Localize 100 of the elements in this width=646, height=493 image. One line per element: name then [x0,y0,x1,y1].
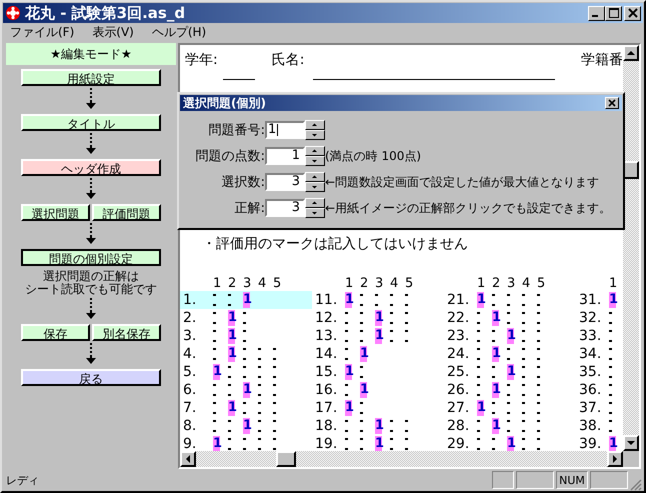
bubble-mark[interactable] [228,366,231,378]
bubble-mark[interactable] [477,420,480,432]
bubble-mark[interactable] [609,420,612,432]
bubble-mark[interactable] [405,330,408,342]
question-row[interactable]: 2. 1 [180,309,312,327]
question-row[interactable]: 8. 1 [180,417,312,435]
question-row[interactable]: 6. 1 [180,381,312,399]
bubble-mark[interactable] [213,384,216,396]
bubble-mark[interactable] [492,402,495,414]
bubble-mark[interactable] [273,402,276,414]
answer-mark[interactable]: 1 [213,364,220,380]
bubble-mark[interactable] [273,384,276,396]
close-button[interactable] [624,6,641,20]
spin-down-button[interactable] [305,182,325,192]
question-row[interactable]: 26. 1 [444,381,576,399]
scroll-down-button[interactable] [623,435,639,451]
bubble-mark[interactable] [390,330,393,342]
question-row[interactable]: 39. 1 [576,435,623,451]
bubble-mark[interactable] [390,312,393,324]
bubble-mark[interactable] [360,312,363,324]
scroll-thumb[interactable] [276,451,296,467]
question-row[interactable]: 15. 1 [312,363,444,381]
step-button[interactable]: 戻る [21,369,161,386]
bubble-mark[interactable] [492,330,495,342]
answer-mark[interactable]: 1 [492,418,499,434]
bubble-mark[interactable] [537,330,540,342]
bubble-mark[interactable] [243,366,246,378]
minimize-button[interactable] [588,6,605,20]
number-field[interactable]: 3 [265,173,305,191]
bubble-mark[interactable] [345,420,348,432]
bubble-mark[interactable] [522,348,525,360]
scroll-right-button[interactable] [607,451,623,467]
answer-mark[interactable]: 1 [492,382,499,398]
question-row[interactable]: 35. [576,363,623,381]
bubble-mark[interactable] [537,402,540,414]
bubble-mark[interactable] [360,294,363,306]
step-button[interactable]: 別名保存 [92,324,161,341]
bubble-mark[interactable] [537,294,540,306]
question-row[interactable]: 36. [576,381,623,399]
menu-item[interactable]: 表示(V) [92,24,134,40]
spin-up-button[interactable] [305,198,325,208]
answer-mark[interactable]: 1 [477,400,484,416]
step-button[interactable]: タイトル [21,114,161,131]
question-row[interactable]: 22. 1 [444,309,576,327]
bubble-mark[interactable] [273,348,276,360]
question-row[interactable]: 23. 1 [444,327,576,345]
bubble-mark[interactable] [609,402,612,414]
step-button[interactable]: ヘッダ作成 [21,159,161,176]
number-field[interactable]: 3 [265,199,305,217]
bubble-mark[interactable] [345,330,348,342]
bubble-mark[interactable] [345,384,348,396]
bubble-mark[interactable] [609,366,612,378]
answer-mark[interactable]: 1 [243,292,250,308]
spin-down-button[interactable] [305,156,325,166]
answer-mark[interactable]: 1 [345,400,352,416]
bubble-mark[interactable] [405,420,408,432]
maximize-button[interactable] [605,6,622,20]
spin-down-button[interactable] [305,130,325,140]
bubble-mark[interactable] [243,330,246,342]
question-row[interactable]: 32. [576,309,623,327]
question-row[interactable]: 5. 1 [180,363,312,381]
bubble-mark[interactable] [522,366,525,378]
bubble-mark[interactable] [243,312,246,324]
bubble-mark[interactable] [477,384,480,396]
answer-mark[interactable]: 1 [609,292,616,308]
question-row[interactable]: 16. 1 [312,381,444,399]
answer-mark[interactable]: 1 [507,436,514,451]
bubble-mark[interactable] [213,294,216,306]
bubble-mark[interactable] [507,384,510,396]
bubble-mark[interactable] [609,312,612,324]
bubble-mark[interactable] [609,348,612,360]
bubble-mark[interactable] [537,366,540,378]
question-row[interactable]: 31. 1 [576,291,623,309]
question-row[interactable]: 7. 1 [180,399,312,417]
spin-up-button[interactable] [305,120,325,130]
question-row[interactable]: 33. [576,327,623,345]
question-row[interactable]: 12. 1 [312,309,444,327]
step-button[interactable]: 保存 [21,324,90,341]
bubble-mark[interactable] [477,330,480,342]
answer-mark[interactable]: 1 [375,436,382,451]
answer-mark[interactable]: 1 [492,346,499,362]
bubble-mark[interactable] [507,348,510,360]
answer-mark[interactable]: 1 [360,346,367,362]
bubble-mark[interactable] [537,384,540,396]
spin-down-button[interactable] [305,208,325,218]
bubble-mark[interactable] [360,366,363,378]
question-row[interactable]: 18. 1 [312,417,444,435]
question-row[interactable]: 11. 1 [312,291,444,309]
bubble-mark[interactable] [537,348,540,360]
menu-item[interactable]: ヘルプ(H) [152,24,206,40]
bubble-mark[interactable] [360,330,363,342]
answer-mark[interactable]: 1 [477,292,484,308]
question-row[interactable]: 34. [576,345,623,363]
bubble-mark[interactable] [360,420,363,432]
bubble-mark[interactable] [213,420,216,432]
bubble-mark[interactable] [507,312,510,324]
bubble-mark[interactable] [375,294,378,306]
question-row[interactable]: 17. 1 [312,399,444,417]
answer-mark[interactable]: 1 [375,328,382,344]
bubble-mark[interactable] [405,312,408,324]
